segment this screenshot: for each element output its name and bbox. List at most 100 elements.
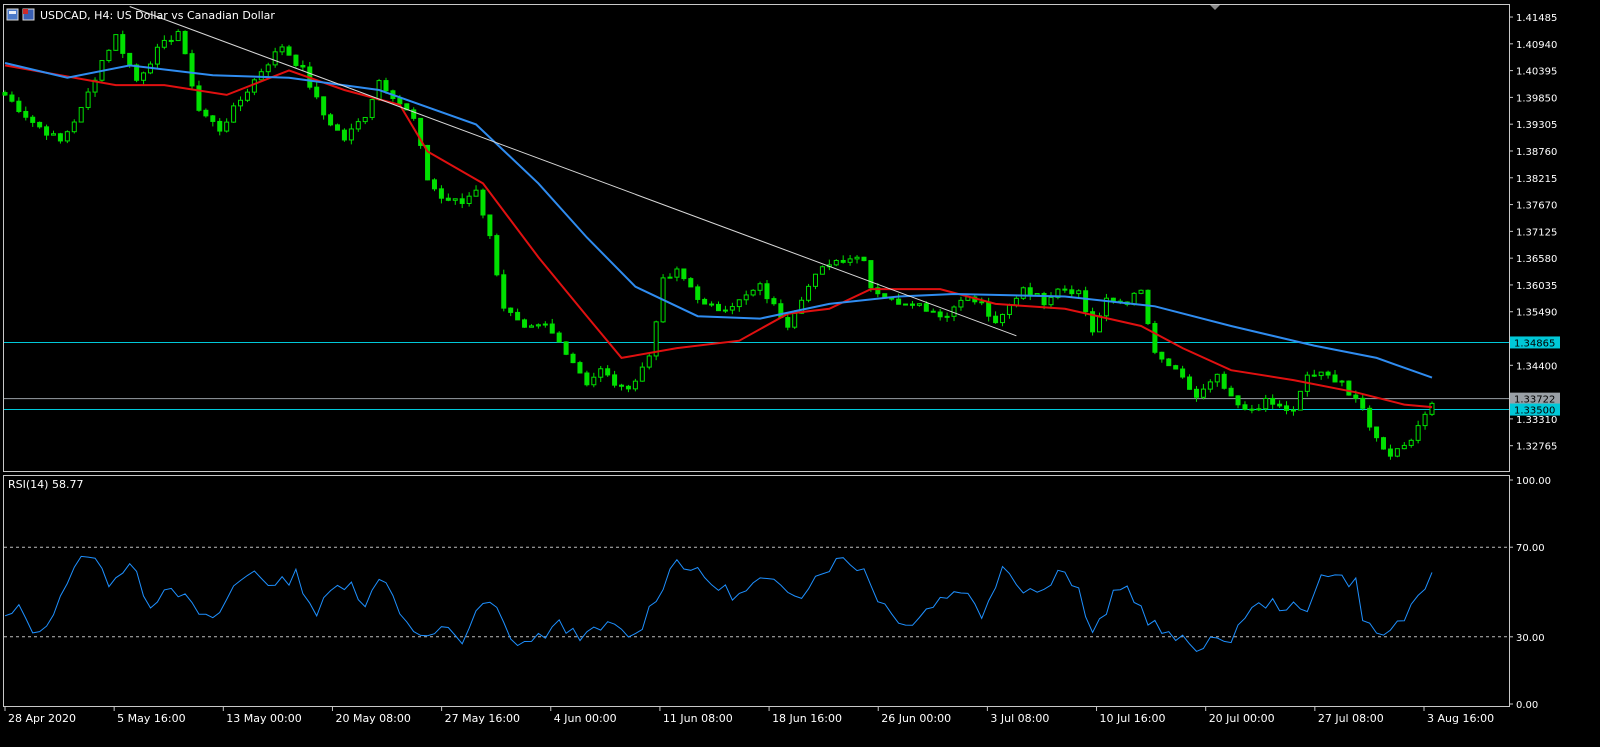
candle[interactable] (189, 49, 195, 90)
flag-icon-canton (23, 9, 28, 14)
candle[interactable] (584, 370, 590, 387)
candle[interactable] (1221, 371, 1227, 390)
candle[interactable] (494, 233, 500, 277)
price-tick-label: 1.40395 (1516, 67, 1557, 78)
time-tick-label: 26 Jun 00:00 (881, 712, 951, 725)
candle[interactable] (1367, 405, 1373, 431)
candle-body (771, 298, 777, 305)
candle[interactable] (688, 277, 694, 288)
candle[interactable] (1394, 448, 1400, 458)
candle[interactable] (1187, 374, 1193, 390)
candle-body (639, 366, 645, 382)
time-tick-label: 13 May 00:00 (226, 712, 301, 725)
candle[interactable] (653, 320, 659, 361)
candle-body (619, 384, 625, 387)
candle-body (612, 374, 618, 386)
candle[interactable] (1297, 390, 1303, 411)
price-tick-label: 1.34400 (1516, 361, 1557, 372)
candle-body (1166, 358, 1172, 367)
candle-body (383, 80, 389, 92)
time-tick-label: 20 Jul 00:00 (1209, 712, 1275, 725)
candle-body (1277, 403, 1283, 407)
candle[interactable] (182, 30, 188, 55)
candle[interactable] (78, 106, 84, 123)
candle-body (1200, 388, 1206, 398)
candle-body (958, 299, 964, 308)
trading-chart[interactable]: 1.41485 1.40940 1.40395 1.39850 1.39305 1.387… (0, 0, 1600, 743)
candle-body (812, 273, 818, 287)
candle[interactable] (806, 283, 812, 303)
candle[interactable] (293, 54, 299, 68)
candle[interactable] (369, 98, 375, 121)
candle[interactable] (1166, 358, 1172, 367)
candle-body (591, 376, 597, 386)
candle[interactable] (231, 102, 237, 123)
candle[interactable] (681, 268, 687, 281)
candle-body (348, 128, 354, 141)
window-icon[interactable] (6, 8, 19, 21)
candle[interactable] (812, 273, 818, 290)
candle[interactable] (1138, 289, 1144, 295)
candle[interactable] (341, 128, 347, 142)
candle-body (840, 259, 846, 263)
candle[interactable] (861, 256, 867, 262)
candle[interactable] (868, 260, 874, 292)
candle[interactable] (175, 29, 181, 42)
candle[interactable] (480, 188, 486, 219)
candle[interactable] (286, 44, 292, 56)
candle[interactable] (570, 352, 576, 364)
candle[interactable] (556, 331, 562, 343)
candle-body (175, 30, 181, 42)
candle[interactable] (501, 269, 507, 312)
candle[interactable] (1381, 436, 1387, 450)
candle-body (293, 54, 299, 66)
candle[interactable] (563, 341, 569, 356)
candle[interactable] (577, 360, 583, 374)
candle-body (903, 303, 909, 306)
candle-body (238, 99, 244, 107)
candle-body (1408, 439, 1414, 446)
candle-body (1076, 290, 1082, 295)
rsi-tick-label: 0.00 (1516, 700, 1538, 711)
candle[interactable] (64, 130, 70, 144)
price-tick-label: 1.40940 (1516, 40, 1557, 51)
candle-body (1367, 407, 1373, 428)
candle[interactable] (819, 265, 825, 275)
time-tick-label: 5 May 16:00 (117, 712, 185, 725)
candle[interactable] (487, 214, 493, 239)
candle[interactable] (251, 78, 257, 96)
candle[interactable] (1173, 364, 1179, 370)
candle[interactable] (418, 117, 424, 149)
rsi-tick-label: 70.00 (1516, 543, 1545, 554)
candle[interactable] (335, 123, 341, 131)
candle-body (9, 94, 15, 102)
candle-body (1173, 365, 1179, 370)
candle[interactable] (328, 112, 334, 127)
candle-body (986, 301, 992, 317)
candle[interactable] (1083, 286, 1089, 317)
candle[interactable] (1152, 320, 1158, 355)
candle[interactable] (646, 353, 652, 370)
candle[interactable] (522, 318, 528, 328)
candle[interactable] (833, 259, 839, 267)
candle[interactable] (1020, 286, 1026, 300)
candle-body (916, 303, 922, 306)
candle-body (445, 197, 451, 201)
candle-body (362, 116, 368, 123)
time-tick-label: 10 Jul 16:00 (1100, 712, 1166, 725)
chart-canvas[interactable]: 1.41485 1.40940 1.40395 1.39850 1.39305 1.387… (0, 0, 1600, 743)
candle[interactable] (113, 34, 119, 52)
candle[interactable] (106, 49, 112, 63)
candle[interactable] (903, 303, 909, 306)
candle[interactable] (1055, 287, 1061, 300)
candle[interactable] (1346, 380, 1352, 396)
candle-body (369, 99, 375, 118)
candle[interactable] (1090, 307, 1096, 336)
candle-body (113, 34, 119, 51)
candle[interactable] (1145, 289, 1151, 326)
candle[interactable] (431, 178, 437, 192)
candle[interactable] (1429, 401, 1435, 416)
candle-body (203, 109, 209, 117)
candle-body (1131, 292, 1137, 305)
candle-body (522, 319, 528, 328)
